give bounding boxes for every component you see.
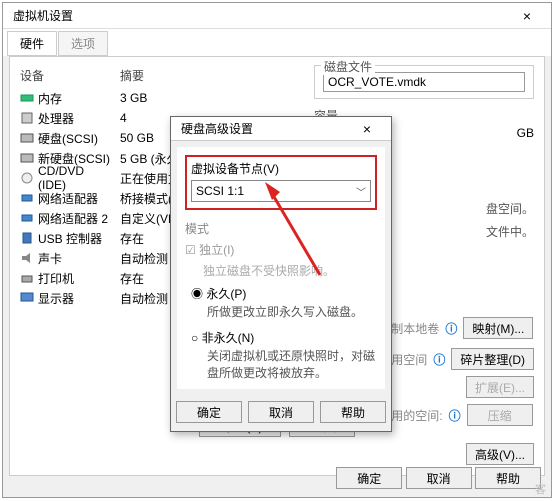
close-icon[interactable]: × <box>349 121 385 137</box>
defrag-button[interactable]: 碎片整理(D) <box>451 348 534 370</box>
right-button-column: 制本地卷ⓘ映射(M)... 用空间ⓘ碎片整理(D) 扩展(E)... 用的空间:… <box>391 317 534 465</box>
disk-advanced-dialog: 硬盘高级设置 × 虚拟设备节点(V) SCSI 1:1 ﹀ 模式 ☑ 独立(I)… <box>170 116 392 432</box>
display-icon <box>20 291 34 305</box>
device-memory[interactable]: 内存 <box>20 88 110 108</box>
frag-d: 用空间 <box>391 351 427 368</box>
device-printer[interactable]: 打印机 <box>20 268 110 288</box>
nonpermanent-radio[interactable]: ○ 非永久(N) <box>191 329 377 346</box>
independent-checkbox[interactable]: ☑ 独立(I) <box>185 241 377 258</box>
device-cd[interactable]: CD/DVD (IDE) <box>20 168 110 188</box>
tab-options[interactable]: 选项 <box>58 31 108 56</box>
modal-help-button[interactable]: 帮助 <box>320 401 386 423</box>
close-icon[interactable]: × <box>509 8 545 24</box>
map-button[interactable]: 映射(M)... <box>463 317 533 339</box>
summary-memory: 3 GB <box>120 88 220 108</box>
memory-icon <box>20 91 34 105</box>
main-cancel-button[interactable]: 取消 <box>406 467 472 489</box>
main-help-button[interactable]: 帮助 <box>475 467 541 489</box>
chevron-down-icon: ﹀ <box>356 184 366 199</box>
scsi-select[interactable]: SCSI 1:1 ﹀ <box>191 180 371 202</box>
disk-file-input[interactable] <box>323 72 525 92</box>
device-disk[interactable]: 硬盘(SCSI) <box>20 128 110 148</box>
device-usb[interactable]: USB 控制器 <box>20 228 110 248</box>
col-device-header: 设备 <box>20 67 110 84</box>
cd-icon <box>20 171 34 185</box>
device-net1[interactable]: 网络适配器 <box>20 188 110 208</box>
watermark: 客 <box>535 481 546 497</box>
expand-button[interactable]: 扩展(E)... <box>466 376 534 398</box>
independent-hint: 独立磁盘不受快照影响。 <box>203 262 377 279</box>
device-sound[interactable]: 声卡 <box>20 248 110 268</box>
usb-icon <box>20 231 34 245</box>
col-summary-header: 摘要 <box>120 67 220 84</box>
modal-cancel-button[interactable]: 取消 <box>248 401 314 423</box>
net-icon <box>20 191 34 205</box>
advanced-button[interactable]: 高级(V)... <box>466 443 534 465</box>
net-icon <box>20 211 34 225</box>
disk-file-label: 磁盘文件 <box>321 58 375 75</box>
main-ok-button[interactable]: 确定 <box>336 467 402 489</box>
cpu-icon <box>20 111 34 125</box>
main-dialog-buttons: 确定 取消 帮助 <box>336 467 541 489</box>
tab-bar: 硬件 选项 <box>3 29 551 56</box>
modal-title: 硬盘高级设置 <box>177 120 349 137</box>
nonpermanent-desc: 关闭虚拟机或还原快照时，对磁盘所做更改将被放弃。 <box>207 348 377 382</box>
permanent-radio[interactable]: ◉ 永久(P) <box>191 285 377 302</box>
device-cpu[interactable]: 处理器 <box>20 108 110 128</box>
device-display[interactable]: 显示器 <box>20 288 110 308</box>
modal-content: 虚拟设备节点(V) SCSI 1:1 ﹀ 模式 ☑ 独立(I) 独立磁盘不受快照… <box>177 147 385 389</box>
virtual-device-node-label: 虚拟设备节点(V) <box>191 160 371 177</box>
sound-icon <box>20 251 34 265</box>
main-titlebar: 虚拟机设置 × <box>3 3 551 29</box>
modal-button-row: 确定 取消 帮助 <box>171 395 391 431</box>
info-icon: ⓘ <box>445 320 457 337</box>
device-net2[interactable]: 网络适配器 2 <box>20 208 110 228</box>
disk-icon <box>20 151 34 165</box>
info-icon: ⓘ <box>433 351 445 368</box>
disk-icon <box>20 131 34 145</box>
permanent-desc: 所做更改立即永久写入磁盘。 <box>207 304 377 321</box>
modal-titlebar: 硬盘高级设置 × <box>171 117 391 141</box>
mode-section: 模式 ☑ 独立(I) 独立磁盘不受快照影响。 ◉ 永久(P) 所做更改立即永久写… <box>185 220 377 381</box>
disk-file-group: 磁盘文件 <box>314 65 534 99</box>
modal-ok-button[interactable]: 确定 <box>176 401 242 423</box>
mode-label: 模式 <box>185 220 377 237</box>
main-title: 虚拟机设置 <box>9 7 509 24</box>
scsi-selected-value: SCSI 1:1 <box>196 184 244 198</box>
printer-icon <box>20 271 34 285</box>
highlighted-area: 虚拟设备节点(V) SCSI 1:1 ﹀ <box>185 155 377 210</box>
frag-c: 制本地卷 <box>391 320 439 337</box>
tab-hardware[interactable]: 硬件 <box>7 31 57 56</box>
